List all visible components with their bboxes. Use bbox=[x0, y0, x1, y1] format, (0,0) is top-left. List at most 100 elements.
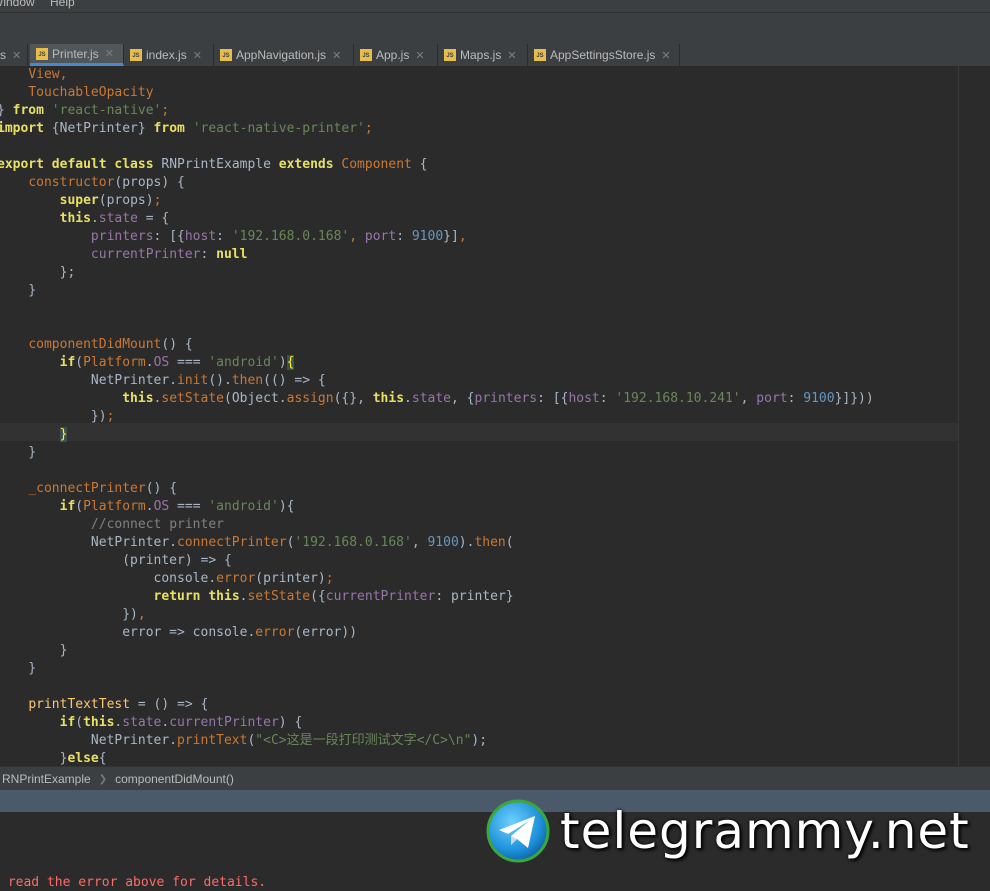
code-token: { bbox=[98, 751, 107, 766]
close-icon[interactable]: ✕ bbox=[332, 49, 341, 62]
code-token: }) bbox=[0, 607, 138, 622]
code-token: state bbox=[122, 715, 162, 730]
code-token: ({ bbox=[310, 589, 326, 604]
code-token: "<C>这是一段打印测试文字</C>\n" bbox=[255, 733, 472, 748]
code-token: (Object. bbox=[224, 391, 287, 406]
tab-label: index.js bbox=[146, 48, 187, 62]
code-line: constructor(props) { bbox=[0, 174, 185, 192]
code-line: View, bbox=[0, 66, 67, 84]
code-token: currentPrinter bbox=[169, 715, 279, 730]
code-token: ( bbox=[75, 715, 84, 730]
tab-label: Printer.js bbox=[52, 46, 99, 61]
code-token: super bbox=[59, 193, 99, 208]
code-editor[interactable]: View, TouchableOpacity} from 'react-nati… bbox=[0, 66, 958, 766]
tab-s[interactable]: s ✕ bbox=[0, 44, 28, 66]
code-token: printTextTest bbox=[28, 697, 131, 712]
code-line: return this.setState({currentPrinter: pr… bbox=[0, 588, 514, 606]
code-token: host bbox=[184, 229, 217, 244]
code-token: from bbox=[153, 121, 185, 136]
code-token: (error)) bbox=[294, 625, 358, 640]
code-token: () { bbox=[145, 481, 178, 496]
telegram-logo-icon bbox=[486, 799, 550, 863]
code-token: printers bbox=[90, 229, 154, 244]
tab-appsettingsstore-js[interactable]: JS AppSettingsStore.js ✕ bbox=[528, 44, 680, 66]
menu-item-help[interactable]: Help bbox=[50, 0, 75, 9]
code-token: : [{ bbox=[153, 229, 185, 244]
watermark: telegrammy.net bbox=[486, 798, 976, 864]
code-token: : bbox=[787, 391, 804, 406]
code-token: _connectPrinter bbox=[28, 481, 146, 496]
close-icon[interactable]: ✕ bbox=[193, 49, 202, 62]
code-token: , { bbox=[451, 391, 475, 406]
menu-item-window[interactable]: Window bbox=[0, 0, 35, 9]
code-token: return this bbox=[153, 589, 240, 604]
code-token: === bbox=[169, 355, 209, 370]
code-token: this bbox=[122, 391, 154, 406]
code-token: from bbox=[12, 103, 44, 118]
code-line: } bbox=[0, 660, 36, 678]
tab-printer-js[interactable]: JS Printer.js ✕ bbox=[30, 44, 124, 66]
code-token: 9100 bbox=[803, 391, 835, 406]
code-token: (printer) bbox=[255, 571, 326, 586]
code-token: ) { bbox=[278, 715, 303, 730]
breadcrumb-class[interactable]: RNPrintExample bbox=[2, 772, 91, 786]
tab-maps-js[interactable]: JS Maps.js ✕ bbox=[438, 44, 528, 66]
code-token: OS bbox=[153, 499, 170, 514]
code-line: NetPrinter.connectPrinter ('192.168.0.168… bbox=[0, 534, 514, 552]
tab-appnavigation-js[interactable]: JS AppNavigation.js ✕ bbox=[214, 44, 354, 66]
code-line: this.state = { bbox=[0, 210, 170, 228]
code-token: : bbox=[396, 229, 412, 244]
code-token: } bbox=[59, 427, 68, 442]
code-token: componentDidMount bbox=[28, 337, 162, 352]
code-line: NetPrinter.init().then(() => { bbox=[0, 372, 326, 390]
code-token: (). bbox=[208, 373, 232, 388]
close-icon[interactable]: ✕ bbox=[661, 49, 670, 62]
close-icon[interactable]: ✕ bbox=[415, 49, 424, 62]
code-token: : bbox=[599, 391, 616, 406]
code-token: if bbox=[59, 499, 76, 514]
close-icon[interactable]: ✕ bbox=[507, 49, 516, 62]
code-token: then bbox=[231, 373, 264, 388]
code-token: constructor bbox=[28, 175, 115, 190]
code-token: ; bbox=[161, 103, 170, 118]
code-line: } bbox=[0, 426, 68, 444]
code-line: }); bbox=[0, 408, 115, 426]
code-token: ); bbox=[471, 733, 488, 748]
editor-tab-bar: s ✕ JS Printer.js ✕ JS index.js ✕ JS App… bbox=[0, 44, 990, 67]
code-token: (props) bbox=[98, 193, 154, 208]
code-token: NetPrinter. bbox=[0, 373, 178, 388]
code-line: } bbox=[0, 642, 68, 660]
breadcrumb-method[interactable]: componentDidMount() bbox=[115, 772, 234, 786]
code-line: printers: [{host: '192.168.0.168', port:… bbox=[0, 228, 467, 246]
code-token: '192.168.0.168' bbox=[231, 229, 350, 244]
code-token: = () => { bbox=[130, 697, 209, 712]
code-line: currentPrinter: null bbox=[0, 246, 248, 264]
code-token: ; bbox=[364, 121, 373, 136]
close-icon[interactable]: ✕ bbox=[105, 47, 114, 60]
tab-app-js[interactable]: JS App.js ✕ bbox=[354, 44, 438, 66]
editor-scrollbar[interactable] bbox=[958, 66, 990, 766]
js-file-icon: JS bbox=[130, 49, 142, 61]
code-line: TouchableOpacity bbox=[0, 84, 153, 102]
code-token: . bbox=[145, 355, 154, 370]
code-token: }] bbox=[443, 229, 459, 244]
code-token: else bbox=[67, 751, 99, 766]
tab-index-js[interactable]: JS index.js ✕ bbox=[124, 44, 214, 66]
js-file-icon: JS bbox=[220, 49, 232, 61]
code-token: NetPrinter. bbox=[0, 535, 178, 550]
code-token: }) bbox=[0, 409, 107, 424]
code-token: { bbox=[411, 157, 428, 172]
breadcrumb: RNPrintExample ❯ componentDidMount() bbox=[0, 766, 990, 791]
js-file-icon: JS bbox=[360, 49, 372, 61]
close-icon[interactable]: ✕ bbox=[12, 49, 21, 62]
